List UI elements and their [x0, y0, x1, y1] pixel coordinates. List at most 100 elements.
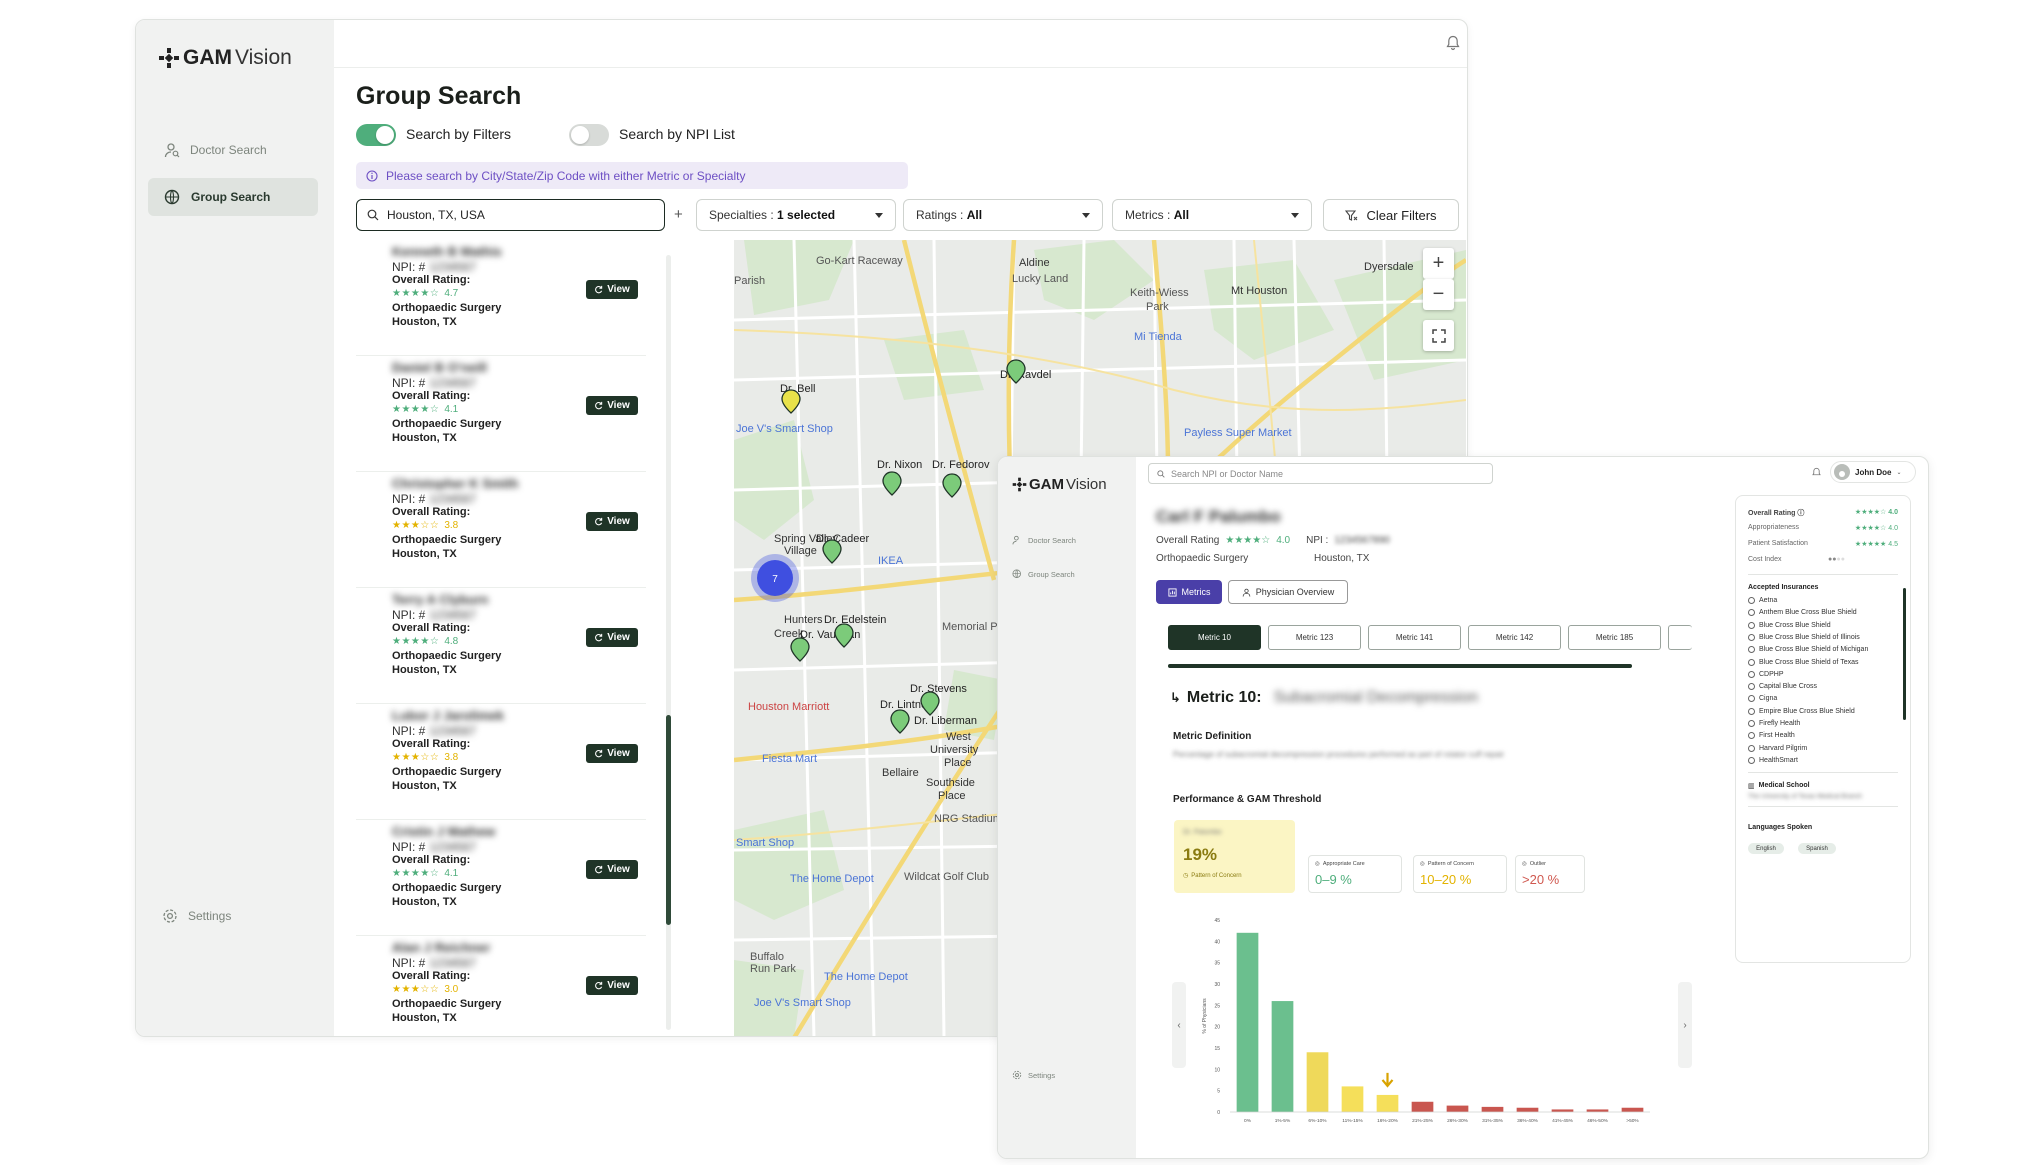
- svg-text:Park: Park: [1146, 301, 1169, 313]
- toggle-search-by-npi[interactable]: [569, 124, 609, 146]
- zoom-out-button[interactable]: −: [1423, 279, 1454, 310]
- check-circle-icon: [1748, 720, 1755, 727]
- rating-row: ★★★☆☆ 3.0: [392, 984, 458, 995]
- result-card[interactable]: Cristin J Mathew NPI: #1234567 Overall Rat…: [356, 820, 646, 936]
- view-button[interactable]: View: [586, 280, 638, 299]
- view-button[interactable]: View: [586, 976, 638, 995]
- insurance-item: Aetna: [1748, 597, 1777, 604]
- rating-value: 4.1: [444, 868, 459, 879]
- ratings-dropdown[interactable]: Ratings : All: [903, 199, 1103, 231]
- sidebar-item-settings[interactable]: Settings: [148, 901, 318, 931]
- rating-value: 4.8: [444, 636, 459, 647]
- svg-text:Lucky Land: Lucky Land: [1012, 273, 1068, 285]
- chart-prev-button[interactable]: ‹: [1172, 982, 1186, 1068]
- view-button[interactable]: View: [586, 512, 638, 531]
- insurance-item: Firefly Health: [1748, 720, 1800, 727]
- threshold-label: ◎ Appropriate Care: [1315, 861, 1365, 867]
- insurance-scrollbar[interactable]: [1903, 588, 1906, 720]
- sidebar-item-label: Group Search: [1028, 569, 1075, 579]
- logo-suffix: Vision: [1066, 476, 1107, 493]
- check-circle-icon: [1748, 756, 1755, 764]
- fullscreen-button[interactable]: [1423, 320, 1454, 351]
- logo[interactable]: GAM Vision: [1012, 476, 1107, 493]
- tab-metric-1[interactable]: Metric 123: [1268, 625, 1361, 650]
- zoom-in-button[interactable]: +: [1423, 248, 1454, 279]
- bell-icon[interactable]: [1812, 467, 1821, 478]
- results-scrollbar[interactable]: [666, 255, 671, 1030]
- npi-row: NPI: #1234567: [392, 376, 476, 390]
- result-card[interactable]: Terry A Clyburn NPI: #1234567 Overall Rati…: [356, 588, 646, 704]
- logo[interactable]: GAM Vision: [158, 46, 292, 70]
- rating-stars-icon: ★★★★☆: [392, 404, 440, 415]
- y-tick-label: 20: [1214, 1025, 1220, 1031]
- insurance-item: Blue Cross Blue Shield of Texas: [1748, 658, 1858, 666]
- svg-text:Place: Place: [944, 757, 972, 769]
- doctor-score-value: 19%: [1183, 845, 1218, 864]
- arrow-down-icon: [1381, 1072, 1394, 1088]
- result-card[interactable]: Lubor J Jarolimek NPI: #1234567 Overall Ra…: [356, 704, 646, 820]
- clear-filters-button[interactable]: Clear Filters: [1323, 199, 1459, 231]
- sidebar-item-settings[interactable]: Settings: [1012, 1070, 1055, 1080]
- specialties-dropdown[interactable]: Specialties : 1 selected: [696, 199, 896, 231]
- overall-rating-label: Overall Rating:: [392, 970, 471, 982]
- x-tick-label: >50%: [1626, 1118, 1639, 1124]
- sidebar-item-doctor-search[interactable]: Doctor Search: [148, 133, 318, 167]
- svg-text:Go-Kart Raceway: Go-Kart Raceway: [816, 255, 903, 267]
- svg-text:NRG Stadium: NRG Stadium: [934, 813, 1002, 825]
- svg-text:Run Park: Run Park: [750, 963, 796, 975]
- scroll-thumb[interactable]: [666, 715, 671, 925]
- insurance-item: First Health: [1748, 732, 1795, 740]
- location-search-value: Houston, TX, USA: [387, 208, 485, 222]
- doctor-search-input[interactable]: Search NPI or Doctor Name: [1148, 463, 1493, 484]
- view-button[interactable]: View: [586, 396, 638, 415]
- svg-text:Houston Marriott: Houston Marriott: [748, 701, 829, 713]
- insurance-item: Blue Cross Blue Shield: [1748, 621, 1831, 629]
- toggle-search-by-filters[interactable]: [356, 124, 396, 146]
- result-card[interactable]: Kenneth B Mathis NPI: #1234567 Overall Rat…: [356, 240, 646, 356]
- metric-distribution-chart: 0 5 10 15 20 25 30 35 40 45 % of Physicians 0% 1%-5%…: [1202, 918, 1650, 1124]
- tab-overflow-stub[interactable]: [1668, 625, 1692, 650]
- physician-overview-button[interactable]: Physician Overview: [1228, 580, 1348, 604]
- language-pill: Spanish: [1798, 843, 1836, 854]
- tab-metric-3[interactable]: Metric 142: [1468, 625, 1561, 650]
- sidebar-item-doctor-search[interactable]: Doctor Search: [1012, 535, 1076, 545]
- tab-metric-2[interactable]: Metric 141: [1368, 625, 1461, 650]
- view-label: View: [607, 632, 630, 643]
- metrics-dropdown[interactable]: Metrics : All: [1112, 199, 1312, 231]
- metric-heading: ↳ Metric 10: Subacromial Decompression: [1170, 689, 1478, 707]
- view-button[interactable]: View: [586, 860, 638, 879]
- doctor-detail-window: GAM Vision Doctor Search Group Search Set…: [997, 456, 1929, 1159]
- x-tick-label: 31%-35%: [1482, 1118, 1504, 1124]
- add-location-button[interactable]: +: [674, 206, 683, 223]
- overall-rating-label: Overall Rating:: [392, 390, 471, 402]
- view-button[interactable]: View: [586, 744, 638, 763]
- svg-text:Mi Tienda: Mi Tienda: [1134, 331, 1183, 343]
- rating-row: ★★★☆☆ 3.8: [392, 520, 458, 531]
- view-button[interactable]: View: [586, 628, 638, 647]
- doctor-city: Houston, TX: [392, 316, 457, 328]
- x-tick-label: 26%-30%: [1447, 1118, 1469, 1124]
- user-menu[interactable]: John Doe ⌄: [1830, 461, 1916, 483]
- result-card[interactable]: Christopher K Smith NPI: #1234567 Overall …: [356, 472, 646, 588]
- insurance-item: HealthSmart: [1748, 756, 1798, 764]
- sidebar-item-group-search[interactable]: Group Search: [1012, 569, 1075, 579]
- chart-next-button[interactable]: ›: [1678, 982, 1692, 1068]
- sidebar-item-group-search[interactable]: Group Search: [148, 178, 318, 216]
- bell-icon[interactable]: [1446, 35, 1460, 51]
- globe-search-icon: [1012, 569, 1021, 578]
- npi-value: 1234567890: [1334, 535, 1390, 546]
- svg-text:Joe V's Smart Shop: Joe V's Smart Shop: [754, 997, 851, 1009]
- result-card[interactable]: Alan J Reichner NPI: #1234567 Overall Rati…: [356, 936, 646, 1036]
- tab-metric-0[interactable]: Metric 10: [1168, 625, 1261, 650]
- doctor-specialty: Orthopaedic Surgery: [392, 302, 502, 314]
- result-card[interactable]: Daniel B O'neill NPI: #1234567 Overall Rat…: [356, 356, 646, 472]
- sidebar-item-label: Group Search: [191, 190, 271, 204]
- location-search-input[interactable]: Houston, TX, USA: [356, 199, 665, 231]
- tab-metric-4[interactable]: Metric 185: [1568, 625, 1661, 650]
- doctor-score-card: Dr. Palumbo 19% ◷ Pattern of Concern: [1174, 820, 1295, 893]
- divider: [1748, 806, 1898, 807]
- sidebar: GAM Vision Doctor Search Group Search Set…: [998, 457, 1136, 1158]
- metrics-button[interactable]: Metrics: [1156, 580, 1222, 604]
- metrics-button-label: Metrics: [1181, 587, 1211, 597]
- doctor-city: Houston, TX: [392, 432, 457, 444]
